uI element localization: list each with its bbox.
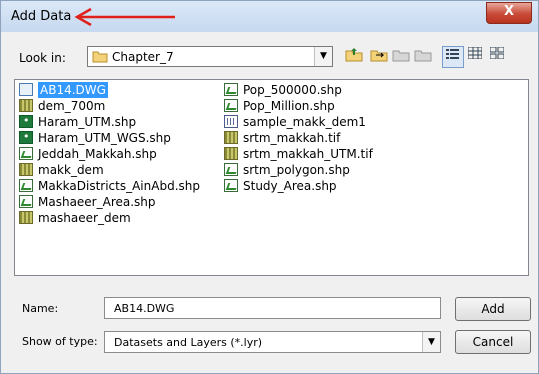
list-item[interactable]: Mashaeer_Area.shp [19,194,200,210]
file-name: Study_Area.shp [243,179,337,193]
raster-icon [224,131,238,144]
grid-icon [224,115,238,128]
shapefile-icon [19,147,33,160]
file-name: sample_makk_dem1 [243,115,366,129]
list-item[interactable]: AB14.DWG [19,82,200,98]
add-button[interactable]: Add [455,297,531,321]
file-list[interactable]: AB14.DWGdem_700m Haram_UTM.shp Haram_UTM_W… [14,79,529,276]
list-item[interactable]: Study_Area.shp [224,178,373,194]
file-name: Haram_UTM.shp [38,115,137,129]
list-item[interactable]: Haram_UTM_WGS.shp [19,129,200,146]
connect-folder-icon[interactable] [369,46,389,66]
list-item[interactable]: Pop_500000.shp [224,82,373,98]
list-item[interactable]: MakkaDistricts_AinAbd.shp [19,178,200,194]
list-item[interactable]: dem_700m [19,98,200,114]
dialog-title: Add Data [11,9,72,24]
annotation-arrow-icon [74,7,175,27]
file-name: srtm_makkah_UTM.tif [243,147,373,161]
shapefile-icon [224,83,238,96]
file-name: dem_700m [38,99,106,113]
list-item[interactable]: Haram_UTM.shp [19,113,200,130]
file-name: Pop_500000.shp [243,83,342,97]
file-name: makk_dem [38,163,104,177]
shapefile-icon [19,195,33,208]
file-name: Jeddah_Makkah.shp [38,147,157,161]
file-name: srtm_makkah.tif [243,131,341,145]
thumbnails-view-icon[interactable] [487,46,507,66]
look-in-value: Chapter_7 [112,50,174,64]
list-item[interactable]: makk_dem [19,162,200,178]
list-item[interactable]: srtm_makkah_UTM.tif [224,146,373,162]
dwg-icon [19,83,33,96]
chevron-down-icon[interactable]: ▼ [422,332,440,352]
details-view-icon[interactable] [465,46,485,66]
file-list-column-1: AB14.DWGdem_700m Haram_UTM.shp Haram_UTM_W… [19,82,200,226]
file-list-column-2: Pop_500000.shp Pop_Million.shp sample_makk… [224,82,373,194]
folder-icon [92,51,108,63]
point-icon [19,113,33,129]
shapefile-icon [224,163,238,176]
list-item[interactable]: Jeddah_Makkah.shp [19,146,200,162]
list-item[interactable]: srtm_polygon.shp [224,162,373,178]
show-of-type-select[interactable]: Datasets and Layers (*.lyr) ▼ [104,331,441,353]
file-name: AB14.DWG [38,82,108,98]
name-label: Name: [22,302,59,315]
raster-icon [19,211,33,224]
file-name: srtm_polygon.shp [243,163,350,177]
raster-icon [224,147,238,160]
name-input[interactable]: AB14.DWG [104,297,441,319]
list-item[interactable]: sample_makk_dem1 [224,114,373,130]
file-name: mashaeer_dem [38,211,131,225]
add-data-dialog: Add Data X Look in: Chapter_7 ▼ AB14.DWG… [0,0,539,374]
file-name: Pop_Million.shp [243,99,335,113]
new-folder-icon[interactable] [413,46,433,66]
shapefile-icon [224,179,238,192]
raster-icon [19,99,33,112]
close-button[interactable]: X [486,2,532,24]
look-in-dropdown[interactable]: Chapter_7 ▼ [87,46,333,67]
shapefile-icon [224,99,238,112]
up-folder-icon[interactable] [344,46,364,66]
file-name: MakkaDistricts_AinAbd.shp [38,179,200,193]
file-name: Mashaeer_Area.shp [38,195,156,209]
point-icon [19,129,33,145]
file-name: Haram_UTM_WGS.shp [38,131,171,145]
chevron-down-icon[interactable]: ▼ [314,47,332,66]
list-item[interactable]: mashaeer_dem [19,210,200,226]
show-of-type-label: Show of type: [22,335,98,348]
raster-icon [19,163,33,176]
show-of-type-value: Datasets and Layers (*.lyr) [114,336,263,349]
dialog-body: Look in: Chapter_7 ▼ AB14.DWG dem_700m •… [9,32,531,367]
cancel-button[interactable]: Cancel [455,330,531,354]
list-item[interactable]: Pop_Million.shp [224,98,373,114]
list-view-icon[interactable] [442,46,464,68]
shapefile-icon [19,179,33,192]
look-in-label: Look in: [19,51,66,65]
disconnect-folder-icon[interactable] [391,46,411,66]
title-bar[interactable]: Add Data X [1,1,538,32]
list-item[interactable]: srtm_makkah.tif [224,130,373,146]
